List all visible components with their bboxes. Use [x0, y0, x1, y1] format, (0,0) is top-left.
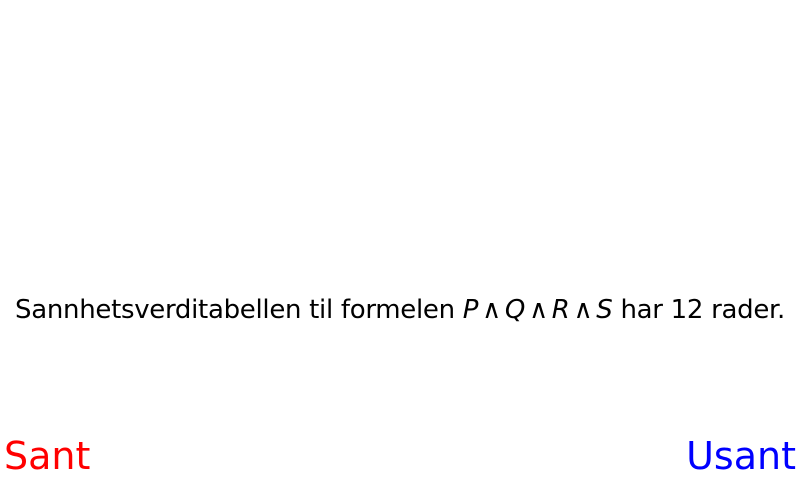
false-answer-button[interactable]: Usant — [686, 432, 796, 480]
formula-var-r: R — [551, 295, 570, 325]
formula-var-p: P — [462, 295, 479, 325]
statement-prefix: Sannhetsverditabellen til formelen — [15, 295, 455, 325]
statement-suffix: har 12 rader. — [620, 295, 785, 325]
formula-and-operator: ∧ — [573, 295, 593, 325]
formula-and-operator: ∧ — [529, 295, 548, 325]
statement-text: Sannhetsverditabellen til formelen P ∧ Q ∧ R… — [0, 290, 800, 330]
formula-var-q: Q — [504, 295, 526, 325]
true-answer-button[interactable]: Sant — [4, 432, 90, 480]
formula-var-s: S — [596, 295, 613, 325]
formula-and-operator: ∧ — [482, 295, 501, 325]
formula: P ∧ Q ∧ R ∧ S — [463, 295, 613, 325]
